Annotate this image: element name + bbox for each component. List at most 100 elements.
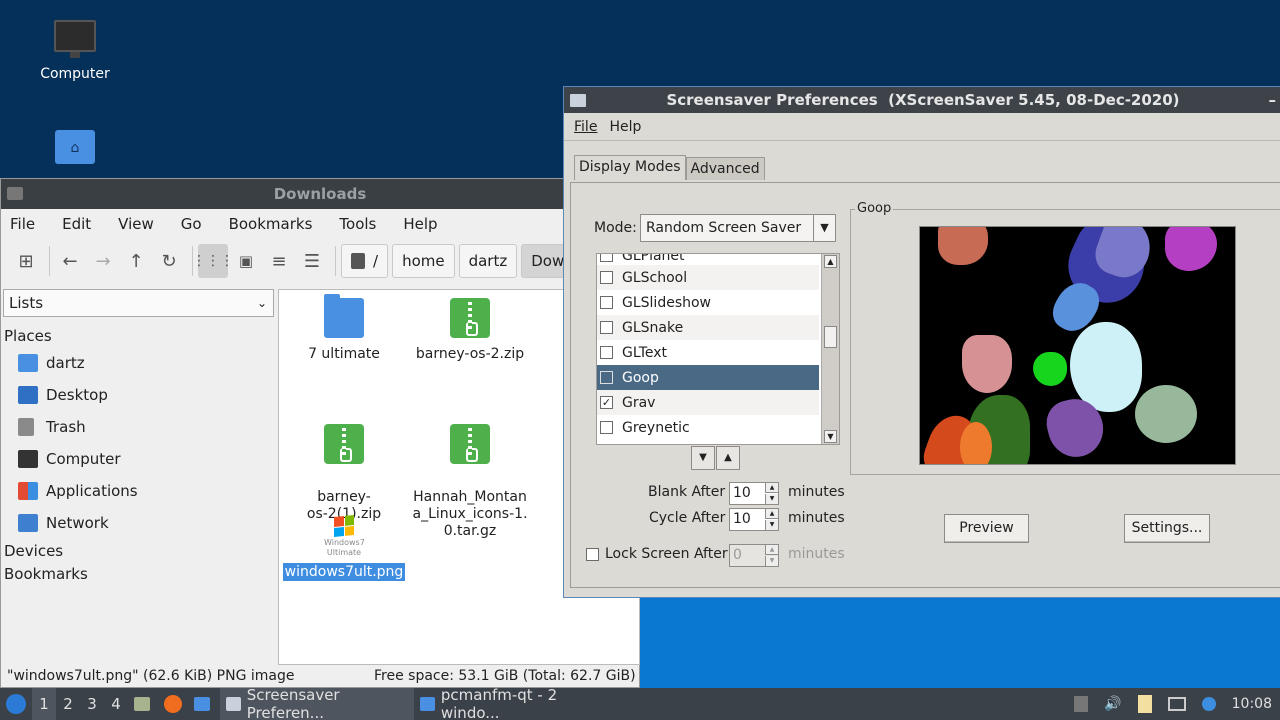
file-item-selected[interactable]: Windows7 Ultimate windows7ult.png (279, 514, 409, 581)
update-notifier-icon[interactable] (1201, 697, 1216, 711)
forward-icon[interactable]: → (88, 244, 118, 278)
workspace-4[interactable]: 4 (104, 695, 128, 713)
tab-advanced[interactable]: Advanced (685, 157, 765, 180)
menu-view[interactable]: View (118, 215, 154, 233)
file-item[interactable]: Hannah_Montan a_Linux_icons-1. 0.tar.gz (405, 407, 535, 557)
list-item[interactable]: GLSnake (597, 315, 819, 340)
move-down-button[interactable]: ▼ (691, 446, 715, 470)
thumbnail-view-icon[interactable]: ▣ (231, 244, 261, 278)
quicklaunch-firefox[interactable] (162, 688, 190, 720)
devices-header[interactable]: Devices (4, 542, 63, 560)
volume-icon[interactable]: 🔊 (1104, 696, 1121, 712)
minimize-button[interactable]: – (1269, 87, 1277, 113)
sidebar-item-network[interactable]: Network (18, 511, 109, 535)
list-item[interactable]: Greynetic (597, 415, 819, 440)
start-menu-button[interactable] (0, 688, 32, 720)
checkbox[interactable] (600, 346, 613, 359)
up-icon[interactable]: ↑ (121, 244, 151, 278)
checkbox[interactable] (600, 296, 613, 309)
list-item-selected[interactable]: Goop (597, 365, 819, 390)
taskbar-app-pcmanfm[interactable]: pcmanfm-qt - 2 windo... (414, 686, 614, 720)
scroll-up-icon[interactable]: ▲ (824, 255, 837, 268)
icon-view-icon[interactable]: ⋮⋮⋮ (192, 244, 234, 278)
menu-bookmarks[interactable]: Bookmarks (229, 215, 313, 233)
toolbar-separator (335, 246, 336, 276)
file-manager-window: Downloads File Edit View Go Bookmarks To… (0, 178, 640, 688)
menu-help[interactable]: Help (609, 119, 641, 135)
spin-down-icon[interactable]: ▼ (765, 556, 778, 566)
checkbox[interactable] (600, 371, 613, 384)
menu-tools[interactable]: Tools (339, 215, 376, 233)
lock-screen-spinner[interactable]: 0 ▲ ▼ (729, 544, 779, 567)
reload-icon[interactable]: ↻ (154, 244, 184, 278)
list-item[interactable]: GLText (597, 340, 819, 365)
side-panel-mode-select[interactable]: Lists ⌄ (3, 289, 274, 317)
sidebar-item-desktop[interactable]: Desktop (18, 383, 108, 407)
checkbox[interactable] (600, 321, 613, 334)
sidebar-item-applications[interactable]: Applications (18, 479, 138, 503)
workspace-3[interactable]: 3 (80, 695, 104, 713)
menu-go[interactable]: Go (181, 215, 202, 233)
monitor-icon[interactable] (1167, 697, 1186, 711)
show-desktop-icon[interactable] (1074, 696, 1089, 712)
clock[interactable]: 10:08 (1232, 696, 1272, 712)
menu-help[interactable]: Help (403, 215, 437, 233)
scrollbar-thumb[interactable] (824, 326, 837, 348)
blank-after-spinner[interactable]: 10 ▲ ▼ (729, 482, 779, 505)
sidebar-item-computer[interactable]: Computer (18, 447, 121, 471)
breadcrumb-dartz[interactable]: dartz (458, 244, 518, 278)
checkbox[interactable] (600, 271, 613, 284)
sidebar-item-dartz[interactable]: dartz (18, 351, 85, 375)
mode-select[interactable]: Random Screen Saver ▼ (640, 214, 836, 242)
lock-screen-label[interactable]: Lock Screen After (605, 546, 728, 562)
lock-screen-checkbox[interactable] (586, 548, 599, 561)
sidebar-item-trash[interactable]: Trash (18, 415, 86, 439)
list-scrollbar[interactable]: ▲ ▼ (821, 254, 839, 444)
settings-button[interactable]: Settings... (1124, 514, 1210, 543)
desktop-icon-home[interactable]: ⌂ (25, 130, 125, 164)
applications-icon (18, 482, 38, 500)
quicklaunch-folder[interactable] (190, 688, 220, 720)
spin-up-icon[interactable]: ▲ (765, 483, 778, 493)
menu-file[interactable]: File (574, 119, 597, 135)
file-item[interactable]: 7 ultimate (279, 294, 409, 363)
quicklaunch-files[interactable] (128, 688, 162, 720)
spin-down-icon[interactable]: ▼ (765, 494, 778, 504)
new-tab-icon[interactable]: ⊞ (11, 244, 41, 278)
menu-bar: File Help (564, 113, 1280, 141)
preview-button[interactable]: Preview (944, 514, 1029, 543)
screensaver-list[interactable]: GLPlanet GLSchool GLSlideshow GLSnake GL… (596, 253, 840, 445)
detailed-list-icon[interactable]: ☰ (297, 244, 327, 278)
list-item[interactable]: ✓ Grav (597, 390, 819, 415)
menu-edit[interactable]: Edit (62, 215, 91, 233)
checkbox[interactable] (600, 421, 613, 434)
spin-up-icon[interactable]: ▲ (765, 509, 778, 519)
list-item[interactable]: GLSchool (597, 265, 819, 290)
scroll-down-icon[interactable]: ▼ (824, 430, 837, 443)
workspace-2[interactable]: 2 (56, 695, 80, 713)
places-header[interactable]: Places (4, 327, 52, 345)
bookmarks-header[interactable]: Bookmarks (4, 565, 88, 583)
workspace-1[interactable]: 1 (32, 688, 56, 720)
spin-down-icon[interactable]: ▼ (765, 520, 778, 530)
screensaver-titlebar[interactable]: Screensaver Preferences (XScreenSaver 5.… (564, 87, 1280, 113)
list-item-label: GLText (622, 344, 668, 361)
taskbar-app-screensaver[interactable]: Screensaver Preferen... (220, 686, 414, 720)
cycle-after-spinner[interactable]: 10 ▲ ▼ (729, 508, 779, 531)
checkbox[interactable] (600, 254, 613, 262)
back-icon[interactable]: ← (55, 244, 85, 278)
move-up-button[interactable]: ▲ (716, 446, 740, 470)
breadcrumb-root[interactable]: / (341, 244, 389, 278)
system-tray: 🔊 10:08 (1066, 688, 1280, 720)
checkbox-checked[interactable]: ✓ (600, 396, 613, 409)
tab-display-modes[interactable]: Display Modes (574, 155, 686, 180)
spin-up-icon[interactable]: ▲ (765, 545, 778, 555)
list-item[interactable]: GLSlideshow (597, 290, 819, 315)
clipboard-icon[interactable] (1137, 695, 1152, 713)
breadcrumb-home[interactable]: home (392, 244, 455, 278)
desktop-icon-computer[interactable]: Computer (25, 20, 125, 82)
menu-file[interactable]: File (10, 215, 35, 233)
compact-view-icon[interactable]: ≡ (264, 244, 294, 278)
file-manager-titlebar[interactable]: Downloads (1, 179, 639, 209)
file-item[interactable]: barney-os-2.zip (405, 298, 535, 363)
